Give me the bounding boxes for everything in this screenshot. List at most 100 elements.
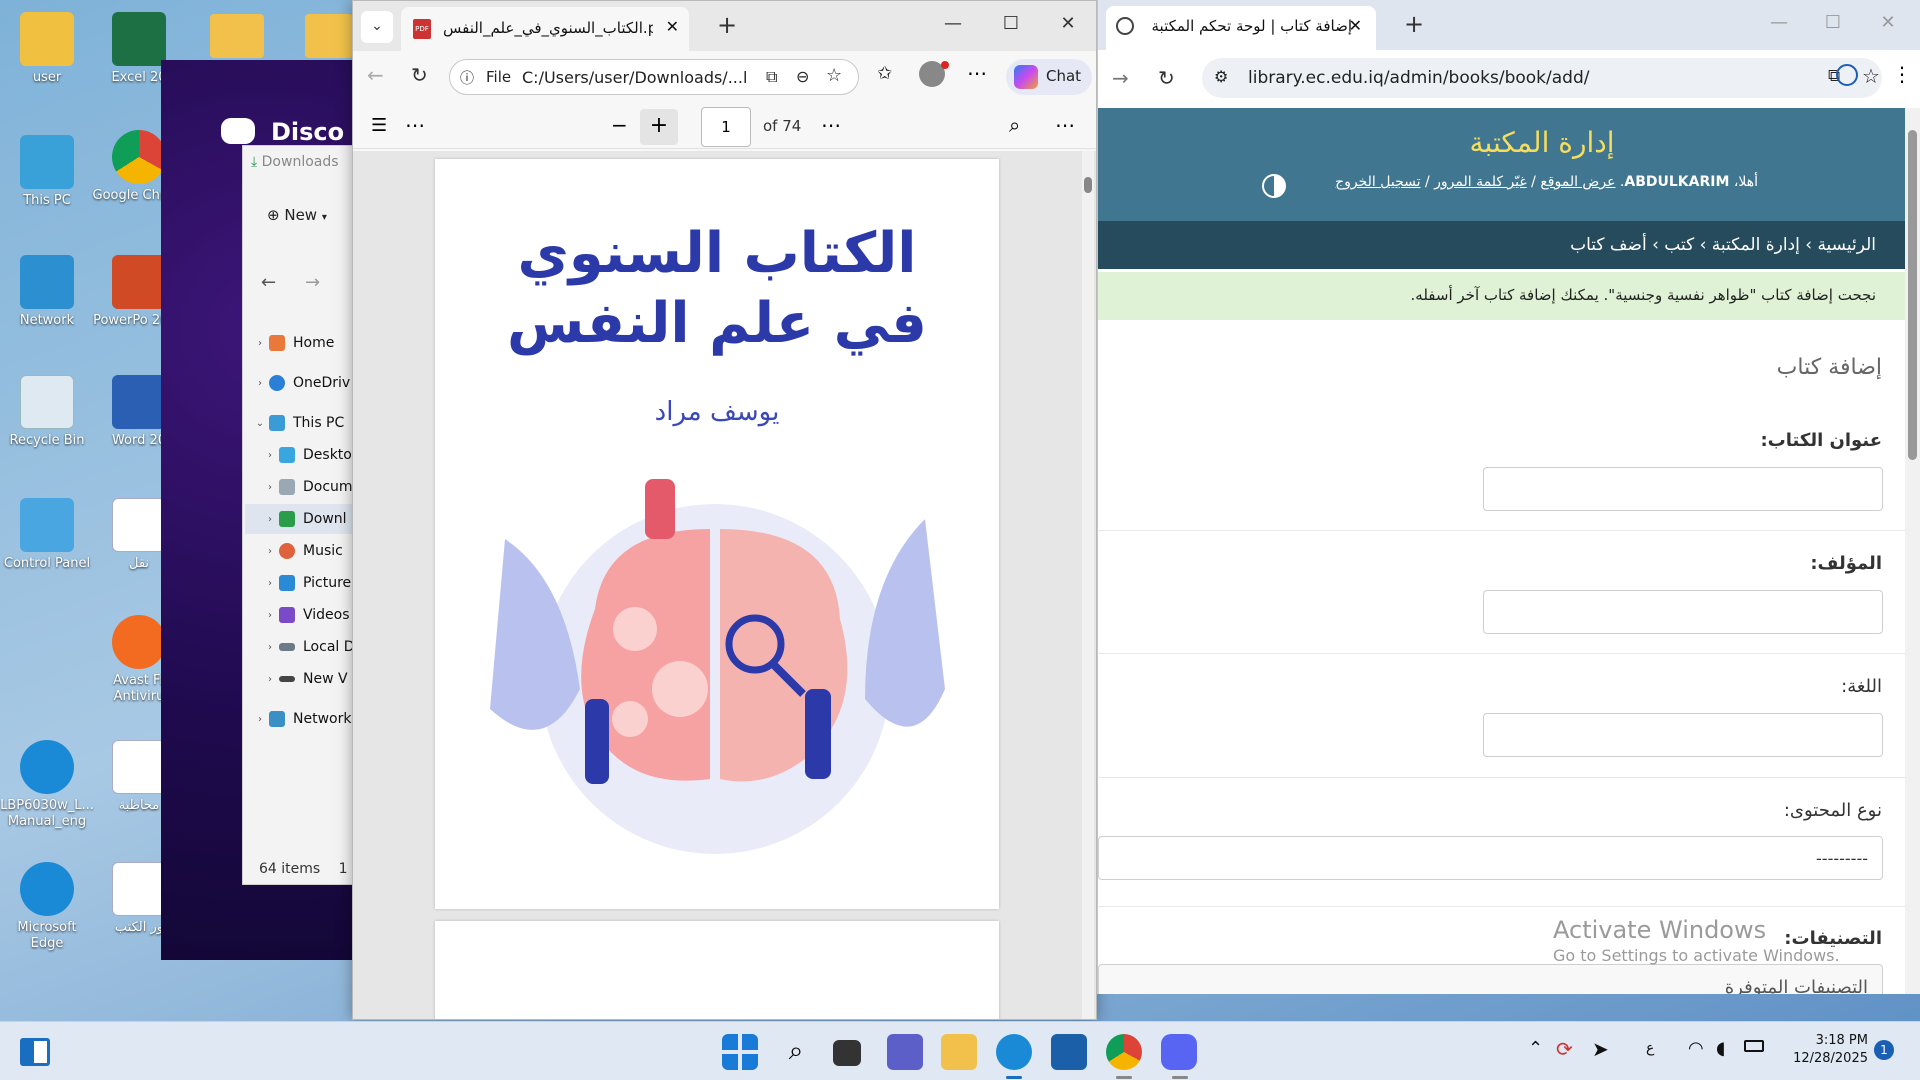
desktop-icon-manual[interactable]: LBP6030w_L... Manual_eng [0, 740, 94, 829]
new-button[interactable]: ⊕ New ▾ [267, 206, 327, 224]
chrome-window[interactable]: إضافة كتاب | لوحة تحكم المكتبة ✕ + — ☐ ✕… [1097, 0, 1920, 994]
desktop-icon-edge[interactable]: Microsoft Edge [0, 862, 94, 951]
settings-more-icon[interactable]: ⋯ [1055, 113, 1075, 137]
input-language[interactable] [1483, 713, 1883, 757]
chevron-up-icon[interactable]: ⌃ [1528, 1038, 1543, 1059]
back-icon[interactable]: ← [261, 272, 276, 293]
edge-pdf-window[interactable]: ⌄ PDF الكتاب_السنوي_في_علم_النفس.pdf ✕ +… [352, 0, 1097, 1020]
maximize-icon[interactable]: ☐ [1818, 12, 1848, 33]
nav-item-desktop[interactable]: › Deskto [261, 440, 361, 470]
volume-icon[interactable]: ◖ [1716, 1038, 1725, 1059]
pdf-scrollbar-thumb[interactable] [1084, 177, 1092, 193]
more-icon[interactable]: ⋯ [821, 113, 841, 137]
page-scrollbar[interactable] [1905, 108, 1920, 994]
zoom-out-icon[interactable]: ⊖ [796, 67, 809, 86]
discord-icon[interactable] [1161, 1034, 1197, 1070]
close-tab-icon[interactable]: ✕ [666, 17, 679, 36]
nav-item-new-volume[interactable]: › New V [261, 664, 361, 694]
info-icon: ⓘ [460, 71, 474, 87]
language-indicator[interactable]: ع [1646, 1040, 1654, 1056]
more-options-icon[interactable]: ⋯ [967, 61, 987, 85]
downloads-tab[interactable]: ⤓ Downloads [251, 154, 339, 170]
store-icon[interactable] [1051, 1034, 1087, 1070]
copilot-chat-button[interactable]: Chat [1006, 59, 1092, 95]
zoom-in-icon[interactable]: + [640, 109, 678, 145]
back-icon[interactable]: ← [367, 63, 384, 87]
scrollbar-thumb[interactable] [1908, 130, 1917, 460]
nav-item-local-disk[interactable]: › Local D [261, 632, 361, 662]
input-title[interactable] [1483, 467, 1883, 511]
maximize-icon[interactable]: ☐ [996, 13, 1026, 34]
desktop-icon-recycle-bin[interactable]: Recycle Bin [0, 375, 94, 449]
wifi-icon[interactable]: ◠ [1688, 1038, 1704, 1059]
folder-icon[interactable] [210, 14, 264, 58]
pdf-viewer[interactable]: الكتاب السنوي في علم النفس يوسف مراد [353, 151, 1096, 1019]
desktop-icon-this-pc[interactable]: This PC [0, 135, 94, 209]
start-icon[interactable] [722, 1034, 758, 1070]
page-number-input[interactable]: 1 [701, 107, 751, 147]
favorites-icon[interactable]: ✩ [877, 63, 892, 84]
forward-icon[interactable]: → [1112, 66, 1129, 90]
logout-link[interactable]: تسجيل الخروج [1335, 174, 1420, 190]
sync-icon[interactable]: ⟳ [1556, 1037, 1573, 1061]
chrome-icon[interactable] [1106, 1034, 1142, 1070]
change-password-link[interactable]: غيّر كلمة المرور [1434, 174, 1527, 190]
refresh-icon[interactable]: ↻ [1158, 66, 1175, 90]
new-tab-icon[interactable]: + [1404, 10, 1424, 38]
show-desktop-icon[interactable] [20, 1038, 50, 1066]
minimize-icon[interactable]: — [938, 13, 968, 34]
categories-filter[interactable]: التصنيفات المتوفرة [1098, 964, 1883, 994]
view-site-link[interactable]: عرض الموقع [1540, 174, 1615, 190]
menu-icon[interactable]: ⋮ [1892, 62, 1912, 86]
file-explorer-window[interactable]: ⤓ Downloads ⊕ New ▾ ← → › Home › OneDriv ⌄… [242, 145, 362, 885]
pdf-scrollbar[interactable] [1082, 151, 1094, 1019]
clock[interactable]: 3:18 PM 12/28/2025 [1784, 1032, 1868, 1067]
nav-item-downloads[interactable]: › Downl [245, 504, 361, 534]
input-author[interactable] [1483, 590, 1883, 634]
minimize-icon[interactable]: — [1764, 12, 1794, 33]
search-icon[interactable]: ⌕ [778, 1034, 814, 1070]
more-icon[interactable]: ⋯ [405, 113, 425, 137]
notification-badge[interactable]: 1 [1874, 1040, 1894, 1060]
battery-icon[interactable] [1744, 1040, 1764, 1052]
favorite-star-icon[interactable]: ☆ [826, 65, 842, 86]
desktop-icon-user[interactable]: user [0, 12, 94, 86]
breadcrumb-text[interactable]: الرئيسية › إدارة المكتبة › كتب › أضف كتا… [1570, 235, 1876, 255]
new-tab-icon[interactable]: + [717, 11, 737, 39]
nav-item-network[interactable]: › Network [251, 704, 361, 734]
close-window-icon[interactable]: ✕ [1873, 12, 1903, 33]
nav-item-home[interactable]: › Home [251, 328, 361, 358]
close-tab-icon[interactable]: ✕ [1349, 16, 1362, 35]
site-settings-icon[interactable]: ⚙ [1214, 67, 1228, 86]
tab-pdf[interactable]: PDF الكتاب_السنوي_في_علم_النفس.pdf ✕ [401, 7, 689, 51]
search-icon[interactable]: ⌕ [1009, 113, 1020, 137]
theme-toggle-icon[interactable] [1262, 174, 1286, 198]
zoom-out-icon[interactable]: − [611, 113, 628, 137]
bookmark-star-icon[interactable]: ☆ [1862, 64, 1880, 88]
nav-item-onedrive[interactable]: › OneDriv [251, 368, 361, 398]
task-view-icon[interactable] [833, 1040, 861, 1066]
folder-icon[interactable] [305, 14, 353, 58]
forward-icon[interactable]: → [305, 272, 320, 293]
nav-item-pictures[interactable]: › Picture [261, 568, 361, 598]
read-aloud-icon[interactable]: ⧉ [766, 67, 777, 87]
address-bar[interactable]: ⓘ File C:/Users/user/Downloads/...l ⧉ ⊖ … [449, 59, 859, 95]
contents-list-icon[interactable]: ☰ [371, 115, 387, 136]
desktop-icon-control-panel[interactable]: Control Panel [0, 498, 94, 572]
nav-item-music[interactable]: › Music [261, 536, 361, 566]
nav-item-videos[interactable]: › Videos [261, 600, 361, 630]
teams-icon[interactable] [887, 1034, 923, 1070]
location-icon[interactable]: ➤ [1592, 1037, 1609, 1061]
nav-item-this-pc[interactable]: ⌄ This PC [251, 408, 361, 438]
tab-actions-chevron-icon[interactable]: ⌄ [361, 11, 393, 43]
select-content-type[interactable]: --------- [1098, 836, 1883, 880]
close-window-icon[interactable]: ✕ [1053, 13, 1083, 34]
profile-icon[interactable] [1836, 64, 1858, 86]
desktop-icon-network[interactable]: Network [0, 255, 94, 329]
tab-admin[interactable]: إضافة كتاب | لوحة تحكم المكتبة ✕ [1106, 6, 1376, 50]
refresh-icon[interactable]: ↻ [411, 63, 428, 87]
edge-icon[interactable] [996, 1034, 1032, 1070]
file-explorer-icon[interactable] [941, 1034, 977, 1070]
address-bar[interactable]: ⚙ library.ec.edu.iq/admin/books/book/add… [1202, 58, 1882, 98]
nav-item-documents[interactable]: › Docum [261, 472, 361, 502]
